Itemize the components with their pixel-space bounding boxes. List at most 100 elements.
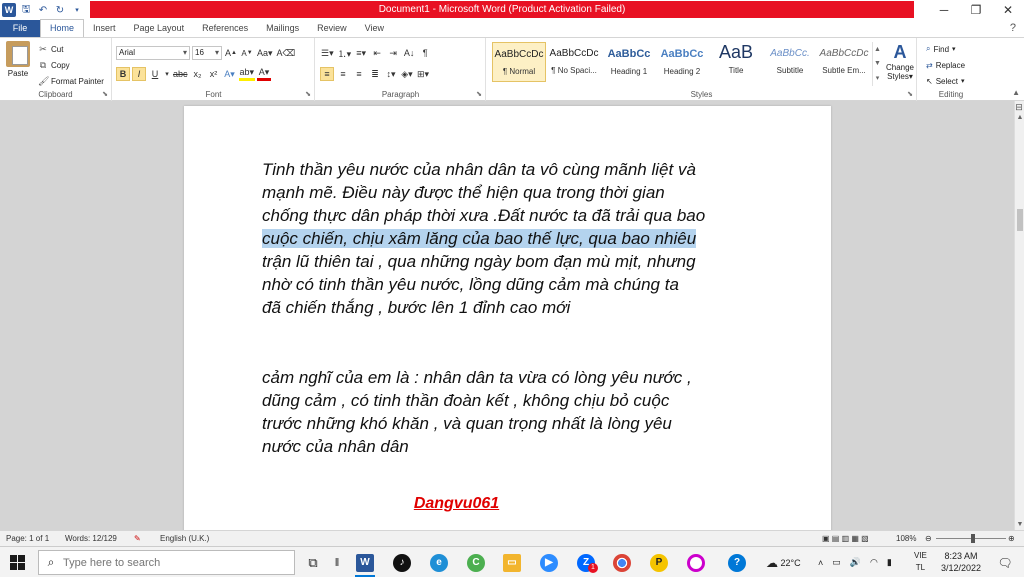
zoom-slider-knob[interactable]	[971, 534, 975, 543]
select-button[interactable]: ↖ Select ▾	[926, 73, 965, 89]
decrease-indent-icon[interactable]: ⇤	[370, 46, 384, 60]
change-styles-button[interactable]: A Change Styles▾	[883, 42, 917, 81]
zoom-level[interactable]: 108%	[896, 534, 916, 543]
font-size-dropdown[interactable]: 16	[192, 46, 222, 60]
opera-icon[interactable]	[683, 551, 709, 574]
paragraph-1[interactable]: Tinh thần yêu nước của nhân dân ta vô cù…	[262, 158, 762, 319]
styles-launcher-icon[interactable]: ⬊	[907, 90, 913, 98]
tab-mailings[interactable]: Mailings	[257, 20, 308, 37]
numbering-icon[interactable]: ⒈▾	[337, 46, 353, 60]
bold-button[interactable]: B	[116, 67, 130, 81]
underline-dropdown-icon[interactable]: ▾	[164, 67, 170, 81]
tab-review[interactable]: Review	[308, 20, 356, 37]
tab-home[interactable]: Home	[40, 19, 85, 37]
undo-icon[interactable]: ↶	[36, 3, 50, 17]
ruler-toggle-icon[interactable]: ⊟	[1014, 102, 1024, 114]
zoom-in-icon[interactable]: ⊕	[1008, 534, 1015, 543]
document-page[interactable]: Tinh thần yêu nước của nhân dân ta vô cù…	[184, 106, 831, 530]
help-app-icon[interactable]: ?	[724, 551, 750, 574]
font-color-icon[interactable]: A▾	[257, 67, 272, 81]
volume-icon[interactable]: 🔊	[850, 557, 861, 568]
view-buttons[interactable]: ▣ ▤ ▥ ▦ ▧	[822, 534, 869, 543]
scroll-up-arrow-icon[interactable]: ▲	[1015, 114, 1024, 121]
more-styles-icon[interactable]: ▾	[876, 74, 880, 82]
windows-start-icon[interactable]	[10, 555, 25, 570]
strikethrough-button[interactable]: abc	[172, 67, 189, 81]
show-formatting-icon[interactable]: ¶	[418, 46, 432, 60]
align-right-icon[interactable]: ≡	[352, 67, 366, 81]
page-count[interactable]: Page: 1 of 1	[6, 534, 49, 543]
style-title[interactable]: AaB Title	[709, 42, 763, 82]
increase-indent-icon[interactable]: ⇥	[386, 46, 400, 60]
network-icon[interactable]: ▭	[832, 557, 841, 568]
scrollbar-thumb[interactable]	[1017, 209, 1023, 231]
wifi-icon[interactable]: ◠	[870, 557, 878, 568]
zoom-out-icon[interactable]: ⊖	[925, 534, 932, 543]
word-count[interactable]: Words: 12/129	[65, 534, 117, 543]
pdf-reader-icon[interactable]: P	[646, 551, 672, 574]
zoom-icon[interactable]: ▶	[536, 551, 562, 574]
coc-coc-icon[interactable]: C	[463, 551, 489, 574]
style-heading-2[interactable]: AaBbCc Heading 2	[655, 42, 709, 82]
shrink-font-icon[interactable]: A ▼	[240, 46, 254, 60]
notifications-icon[interactable]: 🗨	[992, 551, 1018, 574]
style-normal[interactable]: AaBbCcDc ¶ Normal	[492, 42, 546, 82]
align-center-icon[interactable]: ≡	[336, 67, 350, 81]
paragraph-launcher-icon[interactable]: ⬊	[476, 90, 482, 98]
battery-icon[interactable]: ▮	[887, 557, 892, 568]
minimize-button[interactable]: ─	[928, 0, 960, 20]
tab-page-layout[interactable]: Page Layout	[125, 20, 194, 37]
zalo-icon[interactable]: Z1	[573, 551, 599, 574]
clipboard-launcher-icon[interactable]: ⬊	[102, 90, 108, 98]
superscript-button[interactable]: x²	[207, 67, 221, 81]
tab-insert[interactable]: Insert	[84, 20, 125, 37]
collapse-ribbon-icon[interactable]: ▲	[1012, 88, 1020, 97]
font-launcher-icon[interactable]: ⬊	[305, 90, 311, 98]
paragraph-2[interactable]: cảm nghĩ của em là : nhân dân ta vừa có …	[262, 366, 762, 458]
italic-button[interactable]: I	[132, 67, 146, 81]
vertical-scrollbar[interactable]: ▲ ▼	[1014, 101, 1024, 530]
close-button[interactable]: ✕	[992, 0, 1024, 20]
justify-icon[interactable]: ≣	[368, 67, 382, 81]
widgets-icon[interactable]: ‖	[324, 551, 350, 574]
shading-icon[interactable]: ◈▾	[400, 67, 414, 81]
edge-icon[interactable]: e	[426, 551, 452, 574]
highlight-icon[interactable]: ab▾	[238, 67, 256, 81]
clear-formatting-icon[interactable]: A⌫	[276, 46, 297, 60]
file-explorer-icon[interactable]: ▭	[499, 551, 525, 574]
clock[interactable]: 8:23 AM 3/12/2022	[936, 550, 986, 574]
font-name-dropdown[interactable]: Arial	[116, 46, 190, 60]
borders-icon[interactable]: ⊞▾	[416, 67, 430, 81]
grow-font-icon[interactable]: A ▲	[224, 46, 238, 60]
language-indicator[interactable]: English (U.K.)	[160, 534, 209, 543]
style-heading-1[interactable]: AaBbCc Heading 1	[602, 42, 656, 82]
taskbar-search[interactable]: ⌕	[38, 550, 295, 575]
find-button[interactable]: ⌕ Find ▾	[926, 41, 965, 57]
scroll-down-arrow-icon[interactable]: ▼	[1015, 521, 1024, 528]
change-case-icon[interactable]: Aa▾	[256, 46, 274, 60]
multilevel-list-icon[interactable]: ≡▾	[354, 46, 368, 60]
align-left-icon[interactable]: ≡	[320, 67, 334, 81]
search-input[interactable]	[63, 556, 283, 569]
input-language[interactable]: VIE TL	[914, 550, 927, 574]
line-spacing-icon[interactable]: ↕▾	[384, 67, 398, 81]
tab-view[interactable]: View	[356, 20, 393, 37]
styles-gallery-scroll[interactable]: ▲ ▼ ▾	[872, 42, 882, 86]
text-effects-icon[interactable]: A▾	[223, 67, 237, 81]
help-icon[interactable]: ?	[1010, 22, 1016, 34]
weather-widget[interactable]: ☁ 22°C	[766, 547, 801, 577]
redo-icon[interactable]: ↻	[53, 3, 67, 17]
scroll-up-icon[interactable]: ▲	[874, 46, 881, 53]
paste-button[interactable]: Paste	[4, 41, 32, 78]
bullets-icon[interactable]: ☰▾	[320, 46, 335, 60]
save-icon[interactable]: 🖫	[19, 3, 33, 17]
customize-qat-icon[interactable]: ▾	[70, 3, 84, 17]
style-no-spacing[interactable]: AaBbCcDc ¶ No Spaci...	[547, 42, 601, 82]
format-painter-button[interactable]: 🖌 Format Painter	[38, 73, 104, 89]
style-subtitle[interactable]: AaBbCc. Subtitle	[763, 42, 817, 82]
tab-references[interactable]: References	[193, 20, 257, 37]
chrome-icon[interactable]	[609, 551, 635, 574]
replace-button[interactable]: ⇄ Replace	[926, 57, 965, 73]
proofing-icon[interactable]: ✎	[134, 534, 141, 543]
cut-button[interactable]: ✂ Cut	[38, 41, 104, 57]
